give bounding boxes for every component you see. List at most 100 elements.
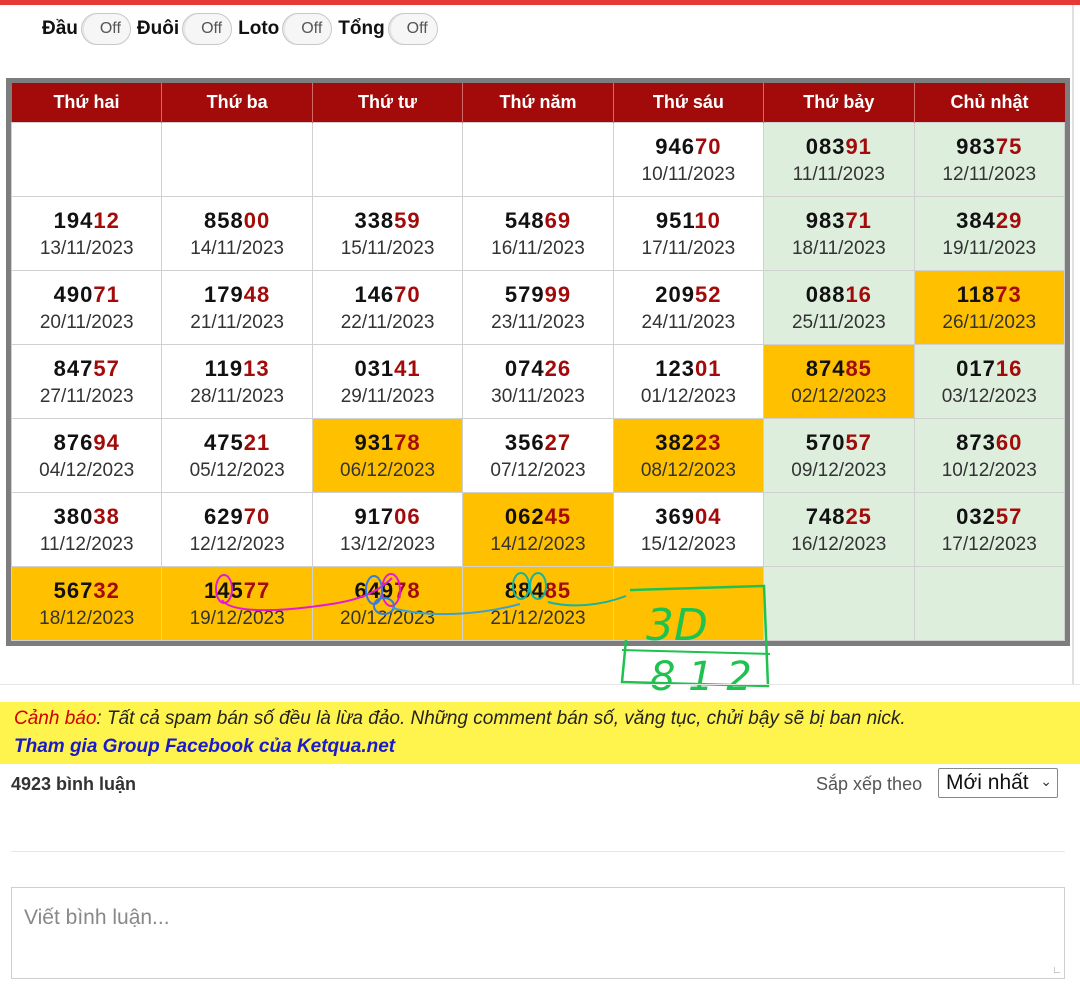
result-head: 062 <box>504 503 545 529</box>
result-head: 179 <box>204 281 244 307</box>
calendar-cell: 88485 21/12/2023 <box>462 566 614 641</box>
result-tail: 69 <box>544 207 572 233</box>
result-tail: 71 <box>845 207 872 233</box>
result-number: 36904 <box>614 502 763 532</box>
sort-select[interactable]: Mới nhất ⌄ <box>938 768 1058 798</box>
calendar-cell: 47521 05/12/2023 <box>161 418 313 493</box>
toggle-tong[interactable]: Off <box>387 13 438 45</box>
warning-line: Cảnh báo: Tất cả spam bán số đều là lừa … <box>14 708 906 730</box>
result-number: 33859 <box>313 206 462 236</box>
result-number: 64978 <box>313 576 462 606</box>
result-number: 08816 <box>764 280 913 310</box>
result-date: 27/11/2023 <box>39 385 134 407</box>
calendar-cell: 14670 22/11/2023 <box>311 270 464 345</box>
warning-label: Cảnh báo <box>14 708 97 729</box>
result-date: 11/12/2023 <box>39 533 134 555</box>
calendar-week-row: 49071 20/11/2023 17948 21/11/2023 14670 22/11… <box>10 270 1066 345</box>
calendar-cell: 98375 12/11/2023 <box>913 122 1066 197</box>
calendar-cell: 07426 30/11/2023 <box>462 344 614 419</box>
calendar-cell: 36904 15/12/2023 <box>612 492 765 567</box>
result-date: 25/11/2023 <box>791 311 886 333</box>
calendar-cell: 33859 15/11/2023 <box>311 196 464 271</box>
result-date: 05/12/2023 <box>189 459 285 481</box>
result-tail: 70 <box>695 133 722 159</box>
calendar-header-row: Thứ hai Thứ ba Thứ tư Thứ năm Thứ sáu Thứ bảy… <box>11 83 1065 123</box>
result-tail: 16 <box>845 281 872 307</box>
resize-handle-icon[interactable]: ∟ <box>1052 965 1062 976</box>
result-head: 917 <box>354 503 395 529</box>
result-number: 07426 <box>463 354 612 384</box>
result-tail: 41 <box>394 355 421 381</box>
calendar-cell: 93178 06/12/2023 <box>311 418 464 493</box>
result-date: 22/11/2023 <box>340 311 435 333</box>
day-header: Thứ hai <box>11 83 163 123</box>
result-date: 02/12/2023 <box>791 385 887 407</box>
result-tail: 21 <box>243 429 271 455</box>
result-head: 356 <box>504 429 545 455</box>
calendar-cell: 38223 08/12/2023 <box>612 418 765 493</box>
calendar-cell: 64978 20/12/2023 <box>311 566 464 641</box>
result-number: 03141 <box>313 354 462 384</box>
result-tail: 04 <box>695 503 722 529</box>
annotation-underline-green <box>621 649 771 655</box>
calendar-week-row: 19412 13/11/2023 85800 14/11/2023 33859 15/11… <box>10 196 1066 271</box>
calendar-cell: 87694 04/12/2023 <box>10 418 163 493</box>
toggle-dau[interactable]: Off <box>80 13 131 45</box>
result-head: 017 <box>956 355 996 381</box>
sort-label: Sắp xếp theo <box>816 774 923 794</box>
result-head: 946 <box>655 133 696 159</box>
result-date: 19/11/2023 <box>942 237 1037 259</box>
result-tail: 16 <box>995 355 1023 381</box>
result-head: 032 <box>956 503 996 529</box>
result-number: 35627 <box>463 428 612 458</box>
calendar-cell <box>763 566 915 641</box>
result-tail: 85 <box>544 577 572 603</box>
result-date: 14/12/2023 <box>490 533 586 555</box>
result-number: 03257 <box>915 502 1064 532</box>
result-date: 15/12/2023 <box>640 533 736 555</box>
result-date: 17/11/2023 <box>641 237 736 259</box>
comment-input[interactable]: Viết bình luận... ∟ <box>11 887 1065 979</box>
result-tail: 60 <box>995 429 1023 455</box>
calendar-cell: 74825 16/12/2023 <box>763 492 915 567</box>
result-tail: 26 <box>544 355 572 381</box>
result-tail: 13 <box>243 355 270 381</box>
calendar-week-row: 87694 04/12/2023 47521 05/12/2023 93178 06/12… <box>10 418 1066 493</box>
result-tail: 71 <box>93 281 120 307</box>
toggle-loto[interactable]: Off <box>282 13 333 45</box>
warning-banner: Cảnh báo: Tất cả spam bán số đều là lừa … <box>0 702 1080 764</box>
result-number: 98371 <box>764 206 913 236</box>
result-head: 874 <box>805 355 846 381</box>
result-number: 91706 <box>313 502 462 532</box>
calendar-cell <box>612 566 765 641</box>
calendar-cell: 87485 02/12/2023 <box>763 344 915 419</box>
result-number: 38429 <box>915 206 1064 236</box>
result-tail: 73 <box>995 281 1022 307</box>
result-head: 873 <box>956 429 996 455</box>
result-head: 119 <box>204 355 244 381</box>
result-date: 08/12/2023 <box>640 459 736 481</box>
result-head: 475 <box>204 429 244 455</box>
result-number: 94670 <box>614 132 763 162</box>
result-number: 74825 <box>764 502 913 532</box>
result-date: 14/11/2023 <box>190 237 284 259</box>
toggle-duoi[interactable]: Off <box>182 13 233 45</box>
calendar-cell <box>311 122 464 197</box>
day-header: Chủ nhật <box>914 83 1065 123</box>
result-tail: 78 <box>394 577 421 603</box>
result-head: 748 <box>805 503 846 529</box>
sort-selected-value: Mới nhất <box>946 771 1029 794</box>
result-date: 19/12/2023 <box>189 607 285 629</box>
result-number: 47521 <box>162 428 311 458</box>
result-tail: 12 <box>93 207 120 233</box>
calendar-cell: 03257 17/12/2023 <box>913 492 1066 567</box>
results-calendar: Thứ hai Thứ ba Thứ tư Thứ năm Thứ sáu Thứ bảy… <box>10 83 1066 641</box>
result-date: 12/12/2023 <box>189 533 285 555</box>
result-date: 12/11/2023 <box>942 163 1037 185</box>
result-date: 10/12/2023 <box>941 459 1037 481</box>
calendar-cell: 38429 19/11/2023 <box>913 196 1066 271</box>
calendar-cell: 57057 09/12/2023 <box>763 418 915 493</box>
facebook-group-link[interactable]: Tham gia Group Facebook của Ketqua.net <box>14 736 395 758</box>
result-number: 14577 <box>162 576 311 606</box>
result-tail: 94 <box>93 429 120 455</box>
